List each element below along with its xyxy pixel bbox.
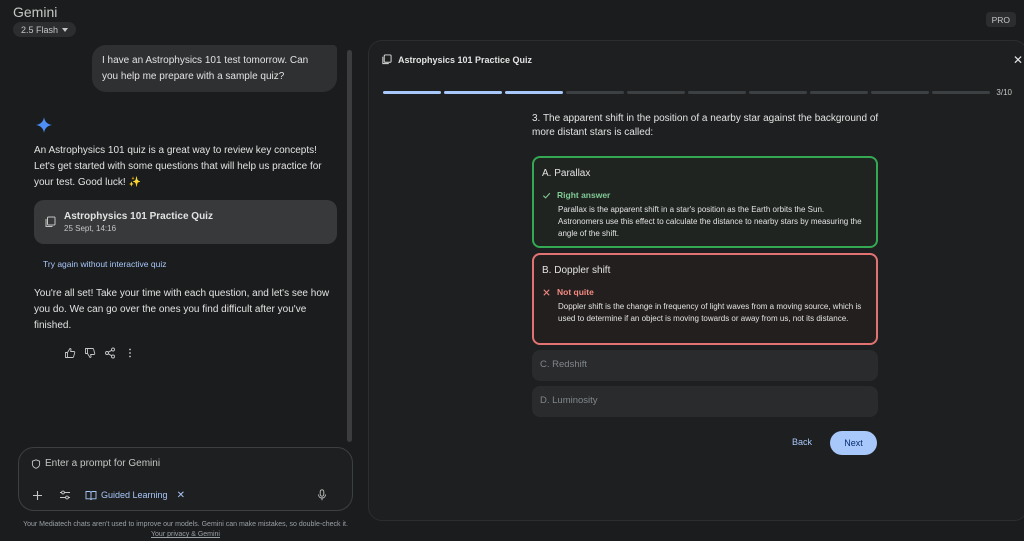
progress-segment [749,91,807,94]
close-icon[interactable]: ✕ [177,490,185,501]
quiz-card-date: 25 Sept, 14:16 [64,224,117,233]
progress-segment [688,91,746,94]
x-icon [543,288,550,296]
quiz-copy-icon [45,216,56,227]
add-button[interactable] [29,487,45,503]
option-a[interactable]: A. Parallax Right answer Parallax is the… [532,156,878,248]
progress-label: 3/10 [996,88,1012,97]
disclaimer-text: Your Mediatech chats aren't used to impr… [23,521,348,528]
option-label: C. Redshift [540,359,587,370]
option-label: D. Luminosity [540,395,598,406]
tools-button[interactable] [57,487,73,503]
book-icon [85,490,97,500]
gemini-sparkle-icon [36,117,52,133]
sliders-icon [60,490,70,500]
option-explanation: Doppler shift is the change in frequency… [558,302,862,323]
quiz-copy-icon [382,54,392,65]
right-answer-verdict: Right answer [542,190,610,200]
progress-segment [932,91,990,94]
quiz-card-title: Astrophysics 101 Practice Quiz [64,211,213,222]
panel-header: Astrophysics 101 Practice Quiz [381,54,532,65]
response-intro: An Astrophysics 101 quiz is a great way … [34,145,322,188]
verdict-label: Right answer [557,190,611,200]
progress-segment [627,91,685,94]
quiz-panel: Astrophysics 101 Practice Quiz ✕ 3/10 3.… [368,40,1024,521]
thumbs-down-icon[interactable] [84,347,96,359]
prompt-toolbar: Guided Learning ✕ [29,487,342,503]
caret-down-icon [62,27,69,32]
option-label: A. Parallax [542,168,591,179]
check-icon [542,192,551,199]
plus-icon [32,490,42,500]
question-text: 3. The apparent shift in the position of… [532,113,879,138]
next-button[interactable]: Next [830,431,877,455]
progress-segment [871,91,929,94]
privacy-link[interactable]: Your privacy & Gemini [151,531,220,538]
close-panel-icon[interactable]: ✕ [1013,53,1023,67]
feedback-row [64,347,136,359]
shield-icon [31,458,41,469]
mic-icon [318,489,326,501]
quiz-card[interactable]: Astrophysics 101 Practice Quiz 25 Sept, … [34,200,337,244]
thumbs-up-icon[interactable] [64,347,76,359]
response-outro: You're all set! Take your time with each… [34,288,330,331]
guided-learning-label: Guided Learning [101,490,168,500]
option-c[interactable]: C. Redshift [532,350,878,381]
prompt-input[interactable]: Enter a prompt for Gemini [31,458,160,469]
not-quite-verdict: Not quite [542,287,594,297]
option-explanation: Parallax is the apparent shift in a star… [558,205,862,238]
chat-scrollbar[interactable] [347,50,352,442]
guided-learning-chip[interactable]: Guided Learning ✕ [85,490,185,501]
prompt-placeholder: Enter a prompt for Gemini [45,458,161,469]
try-again-link[interactable]: Try again without interactive quiz [43,259,166,269]
option-b[interactable]: B. Doppler shift Not quite Doppler shift… [532,253,878,345]
option-label: B. Doppler shift [542,265,611,276]
share-icon[interactable] [104,347,116,359]
progress-segment [566,91,624,94]
option-d[interactable]: D. Luminosity [532,386,878,417]
disclaimer: Your Mediatech chats aren't used to impr… [18,520,353,540]
progress-segment [810,91,868,94]
pro-badge[interactable]: PRO [985,12,1016,27]
more-options-icon[interactable] [124,347,136,359]
panel-title: Astrophysics 101 Practice Quiz [398,54,533,65]
verdict-label: Not quite [557,287,594,297]
user-message: I have an Astrophysics 101 test tomorrow… [92,45,337,92]
back-button[interactable]: Back [792,437,812,447]
progress-segment [444,91,502,94]
model-label: 2.5 Flash [21,24,59,35]
model-selector[interactable]: 2.5 Flash [13,22,77,37]
progress-bar [383,91,990,94]
mic-button[interactable] [314,487,330,503]
app-title: Gemini [13,4,58,20]
progress-segment [505,91,563,94]
progress-segment [383,91,441,94]
prompt-box[interactable]: Enter a prompt for Gemini Guided Learnin… [18,447,353,511]
